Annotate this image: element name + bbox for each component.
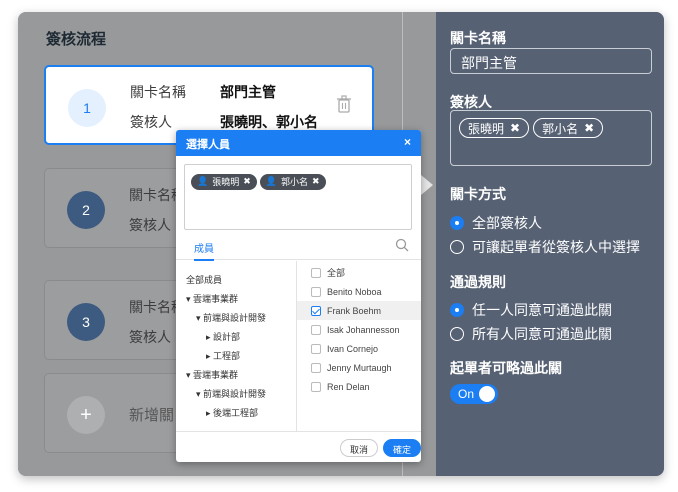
close-icon[interactable]: ✖ <box>312 176 320 187</box>
caret-down-icon: ▾ <box>186 370 194 380</box>
close-icon[interactable]: ✖ <box>510 121 520 135</box>
plus-icon: + <box>67 396 105 434</box>
caret-right-icon: ▸ <box>206 408 214 418</box>
flow-title: 簽核流程 <box>46 31 107 48</box>
step-number: 2 <box>67 191 105 229</box>
approver-label: 簽核人 <box>450 94 492 110</box>
cancel-button[interactable]: 取消 <box>340 439 379 457</box>
method-label: 關卡方式 <box>450 186 506 202</box>
name-input[interactable]: 部門主管 <box>450 48 652 74</box>
tab-members[interactable]: 成員 <box>194 240 214 261</box>
select-people-dialog: 選擇人員 × 👤 張曉明 ✖ 👤 郭小名 ✖ 成員 全部成員 ▾ 雲端事業群 ▾ 前端與設… <box>176 130 421 462</box>
dialog-title: 選擇人員 <box>186 139 230 151</box>
approver-tag: 郭小名 ✖ <box>533 118 604 138</box>
checkbox[interactable] <box>311 381 321 392</box>
org-tree: 全部成員 ▾ 雲端事業群 ▾ 前端與設計開發 ▸ 設計部 ▸ 工程部 ▾ 雲端事… <box>176 261 297 431</box>
rule-label: 通過規則 <box>450 274 506 290</box>
rule-option-any[interactable]: 任一人同意可通過此關 <box>450 300 612 320</box>
card-approver-label: 簽核人 <box>129 217 171 233</box>
dialog-tabs: 成員 <box>176 234 421 261</box>
rule-option-all[interactable]: 所有人同意可通過此關 <box>450 324 612 344</box>
skip-label: 起單者可略過此關 <box>450 360 562 376</box>
close-icon[interactable]: ✖ <box>243 176 251 187</box>
name-label: 關卡名稱 <box>450 30 506 46</box>
caret-down-icon: ▾ <box>196 313 204 323</box>
card-name-label: 關卡名稱 <box>130 84 186 100</box>
radio-unselected-icon <box>450 327 464 341</box>
checkbox-checked[interactable] <box>311 305 321 316</box>
selected-chip: 👤 張曉明 ✖ <box>191 173 257 190</box>
member-row[interactable]: Isak Johannesson <box>297 320 421 339</box>
selected-chip: 👤 郭小名 ✖ <box>259 173 326 190</box>
search-icon[interactable] <box>395 238 409 252</box>
tree-item[interactable]: ▾ 前端與設計開發 <box>196 311 266 324</box>
method-option-all[interactable]: 全部簽核人 <box>450 213 542 233</box>
selected-people-box[interactable]: 👤 張曉明 ✖ 👤 郭小名 ✖ <box>184 164 412 230</box>
radio-selected-icon <box>450 216 464 230</box>
checkbox[interactable] <box>311 362 321 373</box>
checkbox[interactable] <box>311 343 321 354</box>
tree-item[interactable]: ▾ 雲端事業群 <box>186 368 238 381</box>
trash-icon[interactable] <box>336 95 352 113</box>
close-icon[interactable]: × <box>404 135 411 149</box>
dialog-footer: 取消 確定 <box>176 431 421 462</box>
tree-item[interactable]: 全部成員 <box>186 273 222 286</box>
skip-toggle[interactable]: On <box>450 384 498 404</box>
popover-arrow <box>421 175 433 195</box>
dialog-header: 選擇人員 × <box>176 130 421 156</box>
card-approver-label: 簽核人 <box>129 329 171 345</box>
checkbox[interactable] <box>311 267 321 278</box>
card-approver-label: 簽核人 <box>130 114 172 130</box>
member-row[interactable]: Frank Boehm <box>297 301 421 320</box>
member-list: 全部 Benito Noboa Frank Boehm Isak Johanne… <box>297 261 421 431</box>
step-number: 3 <box>67 303 105 341</box>
tree-item[interactable]: ▾ 雲端事業群 <box>186 292 238 305</box>
close-icon[interactable]: ✖ <box>584 121 594 135</box>
tree-item[interactable]: ▸ 設計部 <box>206 330 240 343</box>
caret-down-icon: ▾ <box>186 294 194 304</box>
member-row[interactable]: Ren Delan <box>297 377 421 396</box>
tree-item[interactable]: ▸ 工程部 <box>206 349 240 362</box>
approver-input[interactable]: 張曉明 ✖ 郭小名 ✖ <box>450 110 652 166</box>
settings-panel: 關卡名稱 部門主管 簽核人 張曉明 ✖ 郭小名 ✖ 關卡方式 全部簽核人 可讓起單者從… <box>436 12 664 476</box>
checkbox[interactable] <box>311 324 321 335</box>
radio-unselected-icon <box>450 240 464 254</box>
caret-right-icon: ▸ <box>206 351 214 361</box>
tree-item[interactable]: ▸ 後端工程部 <box>206 406 258 419</box>
checkbox[interactable] <box>311 286 321 297</box>
member-row[interactable]: 全部 <box>297 263 421 282</box>
member-row[interactable]: Jenny Murtaugh <box>297 358 421 377</box>
toggle-knob <box>479 386 495 402</box>
member-row[interactable]: Benito Noboa <box>297 282 421 301</box>
member-row[interactable]: Ivan Cornejo <box>297 339 421 358</box>
approver-tag: 張曉明 ✖ <box>459 118 530 138</box>
confirm-button[interactable]: 確定 <box>383 439 421 457</box>
user-icon: 👤 <box>265 176 277 186</box>
tree-item[interactable]: ▾ 前端與設計開發 <box>196 387 266 400</box>
radio-selected-icon <box>450 303 464 317</box>
card-approver-value: 張曉明、郭小名 <box>220 114 318 130</box>
method-option-choose[interactable]: 可讓起單者從簽核人中選擇 <box>450 237 640 257</box>
user-icon: 👤 <box>197 176 209 186</box>
caret-down-icon: ▾ <box>196 389 204 399</box>
add-step-label: 新增關 <box>129 407 175 424</box>
step-number: 1 <box>68 89 106 127</box>
caret-right-icon: ▸ <box>206 332 214 342</box>
card-name-value: 部門主管 <box>220 84 276 100</box>
